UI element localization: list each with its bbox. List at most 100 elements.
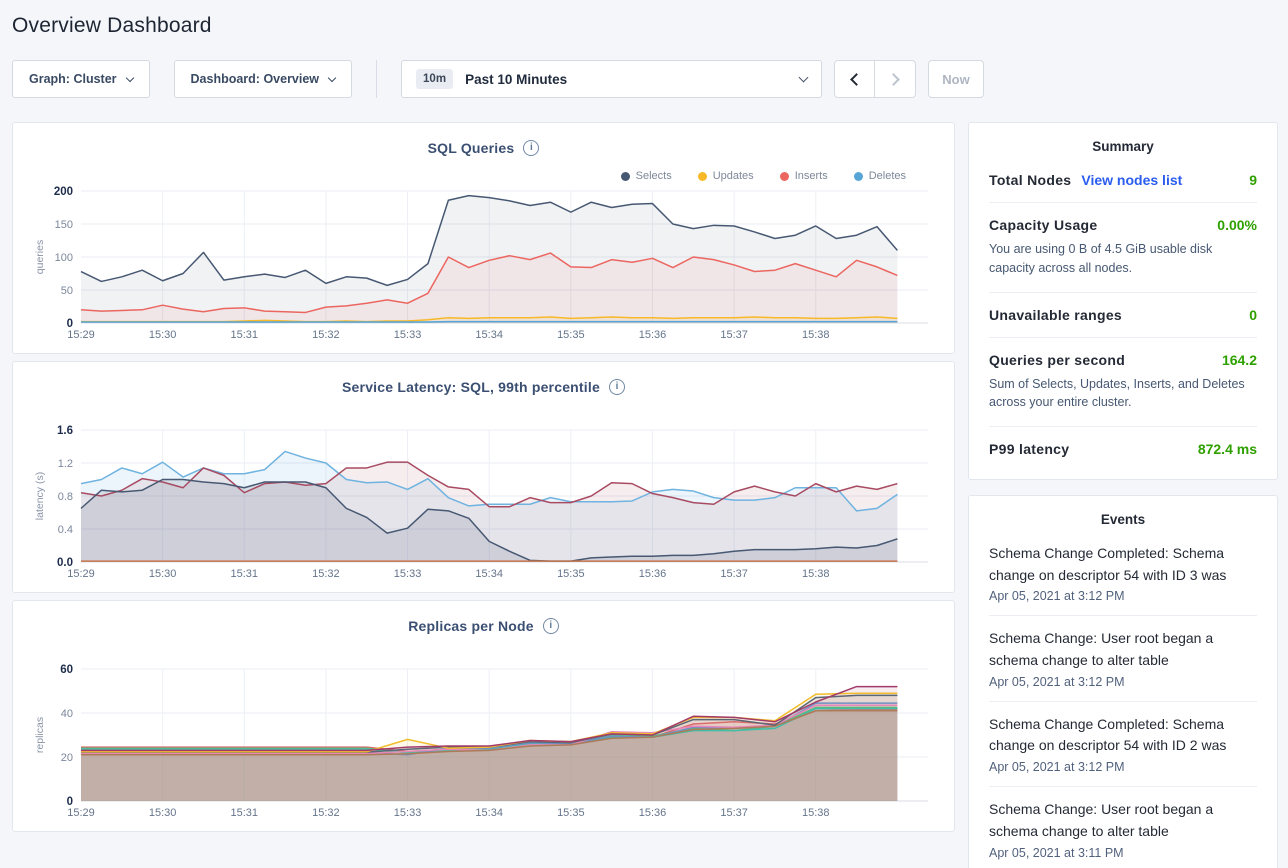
svg-text:15:30: 15:30 (149, 807, 177, 819)
legend-dot-icon (780, 172, 789, 181)
legend-dot-icon (698, 172, 707, 181)
svg-text:40: 40 (61, 708, 73, 720)
svg-text:15:33: 15:33 (394, 807, 422, 819)
event-item: Schema Change Completed: Schema change o… (989, 702, 1257, 787)
svg-text:0.8: 0.8 (58, 491, 73, 503)
time-range-label: Past 10 Minutes (465, 72, 800, 87)
time-forward-button[interactable] (875, 61, 915, 97)
event-item: Schema Change Completed: Schema change o… (989, 531, 1257, 616)
legend-item[interactable]: Updates (698, 167, 754, 185)
time-nav-group (834, 60, 916, 98)
toolbar-divider (376, 60, 377, 98)
time-range-badge: 10m (416, 69, 453, 89)
sidebar: Summary Total Nodes View nodes list 9 Ca… (968, 122, 1278, 868)
svg-text:15:31: 15:31 (231, 807, 259, 819)
replicas-per-node-chart[interactable]: 020406015:2915:3015:3115:3215:3315:3415:… (31, 663, 936, 821)
svg-text:1.6: 1.6 (57, 425, 73, 437)
info-icon[interactable]: i (523, 140, 539, 156)
svg-text:150: 150 (55, 219, 73, 231)
legend-item[interactable]: Deletes (854, 167, 906, 185)
total-nodes-label: Total Nodes (989, 172, 1071, 188)
content: SQL Queries i Selects Updates Inserts Delet… (12, 122, 1278, 868)
p99-latency-label: P99 latency (989, 441, 1069, 457)
time-back-button[interactable] (835, 61, 875, 97)
svg-text:15:31: 15:31 (231, 329, 259, 341)
svg-text:15:29: 15:29 (67, 807, 95, 819)
event-text: Schema Change Completed: Schema change o… (989, 543, 1257, 586)
summary-row-qps: Queries per second 164.2 Sum of Selects,… (989, 338, 1257, 428)
chart-title: SQL Queries (428, 140, 515, 156)
unavailable-ranges-value: 0 (1249, 307, 1257, 323)
svg-text:0.4: 0.4 (58, 524, 73, 536)
now-button[interactable]: Now (928, 60, 984, 98)
event-text: Schema Change: User root began a schema … (989, 628, 1257, 671)
dashboard-label: Dashboard: Overview (191, 72, 320, 86)
svg-text:15:37: 15:37 (720, 568, 748, 580)
svg-text:15:30: 15:30 (149, 329, 177, 341)
summary-panel: Summary Total Nodes View nodes list 9 Ca… (968, 122, 1278, 480)
event-item: Schema Change: User root began a schema … (989, 787, 1257, 868)
summary-row-total-nodes: Total Nodes View nodes list 9 (989, 158, 1257, 203)
capacity-usage-value: 0.00% (1217, 217, 1257, 233)
chevron-left-icon (850, 73, 863, 86)
svg-text:15:31: 15:31 (231, 568, 259, 580)
graph-scope-dropdown[interactable]: Graph: Cluster (12, 60, 150, 98)
page-title: Overview Dashboard (12, 14, 1278, 38)
capacity-usage-label: Capacity Usage (989, 217, 1097, 233)
svg-text:15:32: 15:32 (312, 568, 340, 580)
summary-row-unavailable-ranges: Unavailable ranges 0 (989, 293, 1257, 338)
view-nodes-list-link[interactable]: View nodes list (1081, 172, 1182, 188)
legend-dot-icon (854, 172, 863, 181)
sql-queries-chart[interactable]: 05010015020015:2915:3015:3115:3215:3315:… (31, 185, 936, 343)
replicas-per-node-card: Replicas per Node i 020406015:2915:3015:… (12, 600, 955, 832)
svg-text:20: 20 (61, 752, 73, 764)
chart-legend: Selects Updates Inserts Deletes (31, 159, 936, 185)
event-timestamp: Apr 05, 2021 at 3:11 PM (989, 846, 1257, 860)
svg-text:15:29: 15:29 (67, 329, 95, 341)
svg-text:latency (s): latency (s) (34, 472, 46, 520)
svg-text:100: 100 (55, 252, 73, 264)
chart-title: Service Latency: SQL, 99th percentile (342, 379, 600, 395)
svg-text:15:36: 15:36 (639, 568, 667, 580)
legend-item[interactable]: Selects (621, 167, 672, 185)
events-panel: Events Schema Change Completed: Schema c… (968, 495, 1278, 868)
summary-title: Summary (989, 139, 1257, 158)
service-latency-card: Service Latency: SQL, 99th percentile i … (12, 361, 955, 593)
event-timestamp: Apr 05, 2021 at 3:12 PM (989, 675, 1257, 689)
svg-text:15:32: 15:32 (312, 807, 340, 819)
svg-text:15:29: 15:29 (67, 568, 95, 580)
svg-text:200: 200 (54, 186, 73, 198)
info-icon[interactable]: i (609, 379, 625, 395)
svg-text:15:34: 15:34 (475, 568, 503, 580)
svg-text:15:33: 15:33 (394, 568, 422, 580)
svg-text:queries: queries (34, 240, 46, 274)
legend-item[interactable]: Inserts (780, 167, 828, 185)
svg-text:15:38: 15:38 (802, 568, 830, 580)
summary-row-capacity: Capacity Usage 0.00% You are using 0 B o… (989, 203, 1257, 293)
svg-text:15:34: 15:34 (475, 807, 503, 819)
sql-queries-card: SQL Queries i Selects Updates Inserts Delet… (12, 122, 955, 354)
svg-text:15:36: 15:36 (639, 807, 667, 819)
svg-text:15:38: 15:38 (802, 329, 830, 341)
svg-text:15:34: 15:34 (475, 329, 503, 341)
dashboard-dropdown[interactable]: Dashboard: Overview (174, 60, 353, 98)
service-latency-chart[interactable]: 0.00.40.81.21.615:2915:3015:3115:3215:33… (31, 424, 936, 582)
summary-row-p99: P99 latency 872.4 ms (989, 427, 1257, 471)
svg-text:15:37: 15:37 (720, 807, 748, 819)
event-timestamp: Apr 05, 2021 at 3:12 PM (989, 760, 1257, 774)
svg-text:15:37: 15:37 (720, 329, 748, 341)
info-icon[interactable]: i (543, 618, 559, 634)
svg-text:15:35: 15:35 (557, 329, 585, 341)
svg-text:15:35: 15:35 (557, 568, 585, 580)
chevron-down-icon (799, 73, 809, 83)
qps-label: Queries per second (989, 352, 1125, 368)
svg-text:1.2: 1.2 (58, 458, 73, 470)
time-range-picker[interactable]: 10m Past 10 Minutes (401, 60, 822, 98)
svg-text:15:38: 15:38 (802, 807, 830, 819)
svg-text:replicas: replicas (34, 717, 46, 753)
event-timestamp: Apr 05, 2021 at 3:12 PM (989, 589, 1257, 603)
chart-title: Replicas per Node (408, 618, 534, 634)
svg-text:15:32: 15:32 (312, 329, 340, 341)
toolbar: Graph: Cluster Dashboard: Overview 10m P… (12, 60, 1278, 98)
chevron-down-icon (125, 73, 133, 81)
